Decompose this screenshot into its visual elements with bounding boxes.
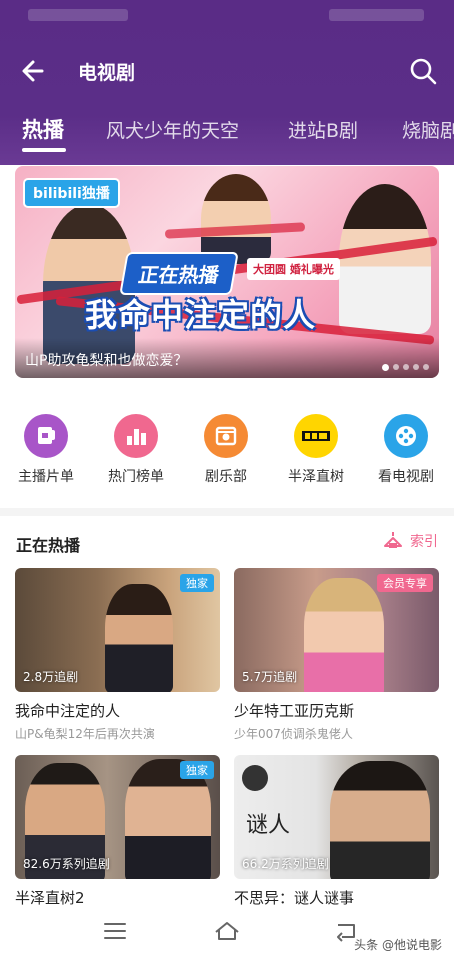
search-icon — [410, 58, 437, 85]
category-hanzawa[interactable]: 半泽直树 — [271, 414, 361, 486]
carousel-dot[interactable] — [413, 364, 419, 370]
carousel-dot[interactable] — [403, 364, 409, 370]
promo-label: 大团圆 婚礼曝光 — [247, 258, 340, 280]
category-ranking[interactable]: 热门榜单 — [91, 414, 181, 486]
follow-count: 66.2万系列追剧 — [242, 857, 329, 871]
index-button[interactable]: 索引 — [382, 530, 438, 552]
home-button[interactable] — [212, 918, 242, 944]
category-label: 主播片单 — [18, 469, 74, 485]
show-thumbnail: 独家 2.8万追剧 — [15, 568, 220, 692]
tab-indicator — [22, 148, 66, 152]
page-title: 电视剧 — [78, 62, 136, 84]
tab-hot[interactable]: 热播 — [22, 114, 64, 144]
actor-figure — [330, 761, 430, 879]
show-title: 半泽直树2 — [15, 889, 85, 907]
carousel-dots — [382, 364, 429, 371]
home-icon — [215, 922, 239, 940]
follow-count: 5.7万追剧 — [242, 670, 298, 684]
follow-count: 82.6万系列追剧 — [23, 857, 110, 871]
carousel-dot[interactable] — [423, 364, 429, 370]
hanger-icon — [382, 530, 404, 554]
show-title: 少年特工亚历克斯 — [234, 702, 355, 720]
index-label: 索引 — [410, 534, 438, 550]
actress-figure — [339, 184, 431, 334]
banner-caption: 山P助攻龟梨和也做恋爱？ — [15, 338, 439, 378]
category-label: 剧乐部 — [205, 469, 247, 485]
show-card[interactable]: 会员专享 5.7万追剧 少年特工亚历克斯 少年007侦调杀鬼佬人 — [234, 568, 439, 742]
show-logo — [242, 765, 268, 791]
club-icon — [204, 414, 248, 458]
show-subtitle: 山P&龟梨12年后再次共演 — [15, 727, 155, 741]
section-divider — [0, 508, 454, 516]
actress-figure — [304, 578, 384, 692]
vip-badge: 会员专享 — [377, 574, 433, 592]
carousel-dot[interactable] — [382, 364, 389, 371]
menu-button[interactable] — [100, 918, 130, 944]
tab-bar: 热播 风犬少年的天空 进站B剧 烧脑剧 — [0, 106, 454, 156]
follow-count: 2.8万追剧 — [23, 670, 79, 684]
bilibili-exclusive-badge: bilibili独播 — [23, 178, 120, 208]
category-tv[interactable]: 看电视剧 — [361, 414, 451, 486]
watermark: 头条 @他说电影 — [354, 938, 442, 952]
tv-icon — [384, 414, 428, 458]
exclusive-badge: 独家 — [180, 574, 214, 592]
hanzawa-icon — [294, 414, 338, 458]
thumbnail-calligraphy: 谜人 — [246, 813, 291, 838]
exclusive-badge: 独家 — [180, 761, 214, 779]
show-thumbnail: 谜人 66.2万系列追剧 — [234, 755, 439, 879]
category-club[interactable]: 剧乐部 — [181, 414, 271, 486]
category-playlist[interactable]: 主播片单 — [1, 414, 91, 486]
show-card[interactable]: 谜人 66.2万系列追剧 不思异：谜人谜事 — [234, 755, 439, 908]
show-card[interactable]: 独家 2.8万追剧 我命中注定的人 山P&龟梨12年后再次共演 — [15, 568, 220, 742]
tab-bili-drama[interactable]: 进站B剧 — [288, 116, 358, 143]
ranking-icon — [114, 414, 158, 458]
banner-title: 我命中注定的人 — [85, 296, 317, 334]
show-title: 我命中注定的人 — [15, 702, 121, 720]
banner-caption-text: 山P助攻龟梨和也做恋爱？ — [25, 353, 188, 369]
header: 电视剧 热播 风犬少年的天空 进站B剧 烧脑剧 — [0, 0, 454, 165]
menu-icon — [104, 923, 126, 939]
show-title: 不思异：谜人谜事 — [234, 889, 355, 907]
search-button[interactable] — [406, 54, 440, 88]
tab-mindbending[interactable]: 烧脑剧 — [402, 116, 454, 143]
status-right — [329, 9, 424, 21]
category-label: 看电视剧 — [378, 469, 434, 485]
featured-banner[interactable]: bilibili独播 正在热播 大团圆 婚礼曝光 我命中注定的人 山P助攻龟梨和… — [15, 166, 439, 378]
show-thumbnail: 独家 82.6万系列追剧 — [15, 755, 220, 879]
status-bar — [0, 0, 454, 34]
app-screen: 电视剧 热播 风犬少年的天空 进站B剧 烧脑剧 bilibili独播 正在热播 … — [0, 0, 454, 958]
category-label: 热门榜单 — [108, 469, 164, 485]
playlist-icon — [24, 414, 68, 458]
actor-figure — [201, 174, 271, 264]
carousel-dot[interactable] — [393, 364, 399, 370]
show-thumbnail: 会员专享 5.7万追剧 — [234, 568, 439, 692]
section-title: 正在热播 — [16, 536, 81, 555]
back-button[interactable] — [18, 56, 52, 86]
now-airing-tag: 正在热播 — [119, 252, 239, 295]
show-card[interactable]: 独家 82.6万系列追剧 半泽直树2 — [15, 755, 220, 908]
category-label: 半泽直树 — [288, 469, 344, 485]
status-left — [28, 9, 128, 21]
tab-wolf-youth[interactable]: 风犬少年的天空 — [106, 116, 239, 143]
show-subtitle: 少年007侦调杀鬼佬人 — [234, 727, 353, 741]
arrow-left-icon — [22, 60, 44, 82]
actor-figure — [105, 584, 173, 692]
category-row: 主播片单 热门榜单 剧乐部 半泽直树 看电视剧 — [0, 414, 454, 494]
system-nav-bar: 头条 @他说电影 — [0, 906, 454, 958]
top-bar: 电视剧 — [0, 48, 454, 94]
